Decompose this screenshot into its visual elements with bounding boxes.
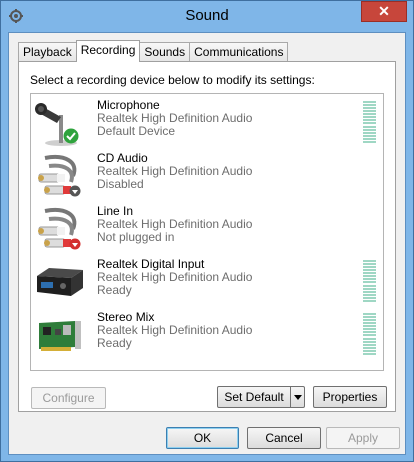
level-meter [363,313,376,355]
window-title: Sound [185,7,229,24]
instruction-text: Select a recording device below to modif… [30,73,315,87]
sound-dialog-window: Sound ✕ Playback Recording Sounds Commun… [0,0,414,462]
close-button[interactable]: ✕ [361,1,407,22]
ok-button[interactable]: OK [166,427,239,449]
device-status: Ready [97,336,132,350]
recording-device-list[interactable]: Microphone Realtek High Definition Audio… [30,93,384,371]
dialog-client-area: Playback Recording Sounds Communications… [8,32,406,455]
device-info: Microphone Realtek High Definition Audio… [97,99,252,138]
device-item-stereo-mix[interactable]: Stereo Mix Realtek High Definition Audio… [31,308,383,361]
device-status: Default Device [97,124,176,138]
device-info: Stereo Mix Realtek High Definition Audio… [97,311,252,350]
level-meter [363,101,376,143]
device-item-cd-audio[interactable]: CD Audio Realtek High Definition Audio D… [31,149,383,202]
properties-button[interactable]: Properties [313,386,387,408]
device-status: Not plugged in [97,230,175,244]
tab-sounds[interactable]: Sounds [139,42,191,61]
tab-playback[interactable]: Playback [18,42,77,61]
device-info: Line In Realtek High Definition Audio No… [97,205,252,244]
device-item-realtek-digital-input[interactable]: Realtek Digital Input Realtek High Defin… [31,255,383,308]
cancel-button[interactable]: Cancel [247,427,321,449]
tab-communications[interactable]: Communications [189,42,289,61]
device-info: Realtek Digital Input Realtek High Defin… [97,258,252,297]
device-status: Disabled [97,177,144,191]
title-bar[interactable]: Sound ✕ [1,1,413,32]
device-item-line-in[interactable]: Line In Realtek High Definition Audio No… [31,202,383,255]
set-default-dropdown-arrow[interactable] [290,387,304,407]
set-default-button[interactable]: Set Default [217,386,305,408]
recording-tab-panel: Select a recording device below to modif… [18,61,396,412]
digital-receiver-icon [37,268,83,296]
tab-strip: Playback Recording Sounds Communications [18,40,289,62]
device-item-microphone[interactable]: Microphone Realtek High Definition Audio… [31,96,383,149]
default-device-check-icon [63,128,79,144]
sound-card-icon [39,321,81,351]
unplugged-arrow-icon [69,238,81,250]
device-status: Ready [97,283,132,297]
apply-button[interactable]: Apply [326,427,400,449]
configure-button[interactable]: Configure [31,387,106,409]
tab-recording[interactable]: Recording [75,40,141,62]
set-default-label: Set Default [224,390,284,404]
device-info: CD Audio Realtek High Definition Audio D… [97,152,252,191]
disabled-arrow-icon [69,185,81,197]
level-meter [363,260,376,302]
